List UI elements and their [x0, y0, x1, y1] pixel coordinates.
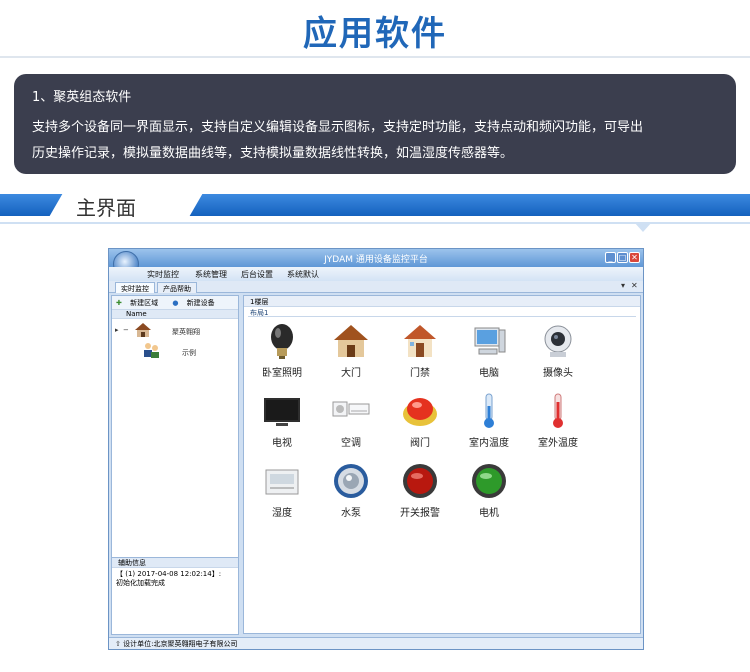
tab-help[interactable]: 产品帮助	[157, 282, 197, 293]
info-line-2: 历史操作记录，模拟量数据曲线等，支持模拟量数据线性转换，如温湿度传感器等。	[32, 146, 514, 161]
page-title: 应用软件	[303, 14, 447, 54]
device-label: 室外温度	[538, 438, 578, 449]
info-description: 支持多个设备同一界面显示，支持自定义编辑设备显示图标，支持定时功能，支持点动和频…	[32, 115, 718, 167]
section-notch-icon	[634, 222, 652, 232]
device-humidity[interactable]: 湿度	[252, 462, 312, 519]
device-motor[interactable]: 电机	[459, 462, 519, 519]
close-button[interactable]: ✕	[629, 252, 640, 263]
menu-item-system[interactable]: 系统管理	[195, 269, 227, 280]
aux-log-line-1: 【 (1) 2017-04-08 12:02:14】:	[116, 570, 222, 578]
device-label: 电脑	[479, 368, 499, 379]
device-tv[interactable]: 电视	[252, 392, 312, 449]
device-indoor-temp[interactable]: 室内温度	[459, 392, 519, 449]
device-label: 电视	[272, 438, 292, 449]
info-panel: 1、聚英组态软件 支持多个设备同一界面显示，支持自定义编辑设备显示图标，支持定时…	[14, 74, 736, 174]
device-pump[interactable]: 水泵	[321, 462, 381, 519]
camera-icon	[538, 322, 578, 360]
users-icon	[144, 343, 159, 358]
device-label: 门禁	[410, 368, 430, 379]
device-valve[interactable]: 阀门	[390, 392, 450, 449]
valve-button-icon	[400, 392, 440, 430]
device-label: 阀门	[410, 438, 430, 449]
menu-item-backend[interactable]: 后台设置	[241, 269, 273, 280]
device-computer[interactable]: 电脑	[459, 322, 519, 379]
section-label: 主界面	[76, 196, 136, 220]
tv-icon	[262, 392, 302, 430]
tab-realtime[interactable]: 实时监控	[115, 282, 155, 293]
hygrometer-icon	[262, 462, 302, 500]
device-label: 湿度	[272, 508, 292, 519]
device-label: 卧室照明	[262, 368, 302, 379]
house-icon	[135, 323, 151, 337]
new-area-button[interactable]: ✚ 新建区域	[116, 299, 166, 307]
device-air-conditioner[interactable]: 空调	[321, 392, 381, 449]
menu-item-realtime[interactable]: 实时监控	[147, 269, 179, 280]
device-bedroom-light[interactable]: 卧室照明	[252, 322, 312, 379]
layout-divider	[248, 316, 636, 317]
maximize-button[interactable]: □	[617, 252, 628, 263]
info-line-1: 支持多个设备同一界面显示，支持自定义编辑设备显示图标，支持定时功能，支持点动和频…	[32, 120, 644, 135]
thermometer-red-icon	[538, 392, 578, 430]
thermometer-blue-icon	[469, 392, 509, 430]
device-label: 空调	[341, 438, 361, 449]
house-icon	[331, 322, 371, 360]
device-access-control[interactable]: 门禁	[390, 322, 450, 379]
aux-log: 【 (1) 2017-04-08 12:02:14】: 初始化加载完成	[112, 568, 238, 590]
tab-dropdown-icon[interactable]: ▾	[621, 281, 625, 290]
device-label: 水泵	[341, 508, 361, 519]
aux-info-panel: 辅助信息 【 (1) 2017-04-08 12:02:14】: 初始化加载完成	[111, 557, 239, 635]
add-device-icon: ●	[172, 299, 179, 307]
title-bar[interactable]: JYDAM 通用设备监控平台 _ □ ✕	[109, 249, 643, 267]
device-label: 电机	[479, 508, 499, 519]
info-subtitle: 1、聚英组态软件	[32, 90, 132, 105]
layer-tab[interactable]: 1楼层	[244, 296, 640, 307]
tab-bar: 实时监控 产品帮助 ▾ ✕	[109, 281, 643, 293]
menu-item-defaults[interactable]: 系统默认	[287, 269, 319, 280]
air-conditioner-icon	[331, 392, 371, 430]
pump-icon	[331, 462, 371, 500]
arrow-up-icon: ⇧	[115, 640, 121, 648]
tree-toolbar: ✚ 新建区域 ● 新建设备	[112, 296, 238, 310]
device-label: 室内温度	[469, 438, 509, 449]
heading-divider	[0, 56, 750, 58]
new-device-button[interactable]: ● 新建设备	[172, 299, 220, 307]
device-label: 大门	[341, 368, 361, 379]
column-header-name: Name	[112, 310, 238, 319]
layout-canvas: 1楼层 布局1 卧室照明 大门 门禁 电脑 摄像头 电视 空调 阀门 室内温度 …	[243, 295, 641, 634]
window-title: JYDAM 通用设备监控平台	[324, 255, 428, 265]
device-camera[interactable]: 摄像头	[528, 322, 588, 379]
menu-bar: 实时监控 系统管理 后台设置 系统默认	[109, 267, 643, 281]
door-house-icon	[400, 322, 440, 360]
device-main-door[interactable]: 大门	[321, 322, 381, 379]
status-bar: ⇧ 设计单位:北京聚英翱翔电子有限公司	[109, 637, 643, 649]
tab-close-icon[interactable]: ✕	[631, 281, 638, 290]
motor-button-icon	[469, 462, 509, 500]
device-label: 摄像头	[543, 368, 573, 379]
tree-node-root-label: 聚英翱翔	[172, 328, 200, 336]
bulb-icon	[262, 322, 302, 360]
device-switch-alarm[interactable]: 开关报警	[390, 462, 450, 519]
tree-node-child-label: 示例	[182, 349, 196, 357]
alarm-button-icon	[400, 462, 440, 500]
status-text: 设计单位:北京聚英翱翔电子有限公司	[123, 640, 238, 648]
aux-info-header: 辅助信息	[112, 558, 238, 568]
aux-log-line-2: 初始化加载完成	[116, 579, 165, 587]
app-window: JYDAM 通用设备监控平台 _ □ ✕ 实时监控 系统管理 后台设置 系统默认…	[108, 248, 644, 650]
collapse-icon[interactable]: −	[123, 326, 129, 334]
device-label: 开关报警	[400, 508, 440, 519]
add-area-icon: ✚	[116, 299, 122, 307]
computer-icon	[469, 322, 509, 360]
row-selector-icon: ▸	[115, 326, 119, 334]
device-outdoor-temp[interactable]: 室外温度	[528, 392, 588, 449]
minimize-button[interactable]: _	[605, 252, 616, 263]
